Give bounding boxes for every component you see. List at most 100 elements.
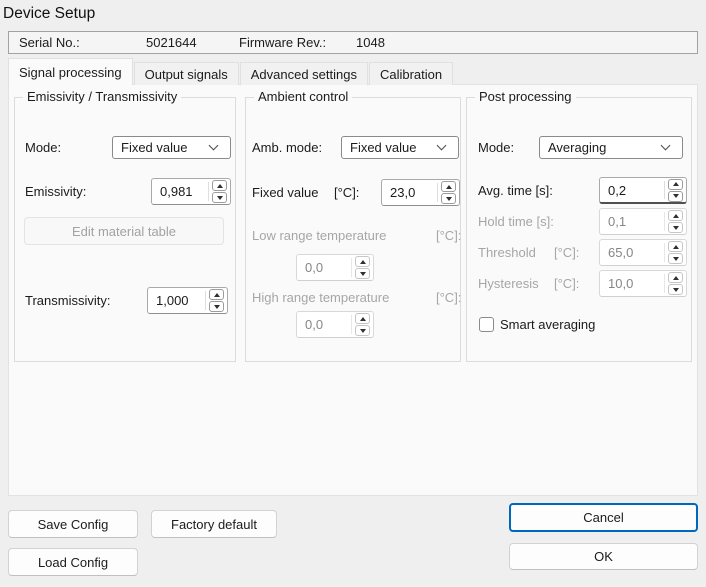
tab-output-signals[interactable]: Output signals [134, 62, 239, 85]
group-title: Ambient control [254, 89, 352, 104]
spin-up-button[interactable] [668, 179, 683, 190]
tab-signal-processing[interactable]: Signal processing [8, 58, 133, 85]
tab-label: Signal processing [19, 65, 122, 80]
avg-time-spinner [599, 177, 687, 204]
spin-up-button [668, 272, 683, 283]
hysteresis-unit: [°C]: [554, 270, 579, 297]
tab-bar: Signal processing Output signals Advance… [8, 58, 454, 85]
threshold-label: Threshold [478, 239, 536, 266]
button-label: Edit material table [72, 224, 176, 239]
low-range-temperature-input [297, 255, 351, 280]
down-arrow-icon [214, 305, 220, 309]
spin-up-button [355, 256, 370, 267]
chevron-down-icon [661, 141, 671, 151]
spin-up-button[interactable] [441, 181, 456, 192]
transmissivity-input[interactable] [148, 288, 205, 313]
emissivity-spinner [151, 178, 231, 205]
up-arrow-icon [673, 245, 679, 249]
window-title: Device Setup [3, 5, 95, 23]
spin-up-button [355, 313, 370, 324]
high-range-temperature-unit: [°C]: [436, 289, 461, 307]
ok-button[interactable]: OK [509, 543, 698, 570]
emissivity-input[interactable] [152, 179, 208, 204]
spin-up-button[interactable] [209, 289, 224, 300]
up-arrow-icon [217, 184, 223, 188]
fixed-value-label: Fixed value [252, 179, 318, 206]
up-arrow-icon [673, 276, 679, 280]
fixed-value-unit: [°C]: [334, 179, 359, 206]
high-range-temperature-input [297, 312, 351, 337]
up-arrow-icon [446, 185, 452, 189]
up-arrow-icon [214, 293, 220, 297]
low-range-temperature-label: Low range temperature [252, 227, 386, 245]
up-arrow-icon [360, 317, 366, 321]
serial-number-value: 5021644 [146, 32, 197, 53]
button-label: OK [594, 549, 613, 564]
firmware-rev-value: 1048 [356, 32, 385, 53]
button-label: Save Config [38, 517, 109, 532]
smart-averaging-label: Smart averaging [500, 317, 595, 333]
hysteresis-input [600, 271, 664, 296]
tab-label: Output signals [145, 67, 228, 82]
low-range-temperature-unit: [°C]: [436, 227, 461, 245]
post-mode-dropdown[interactable]: Averaging [539, 136, 683, 159]
spin-down-button[interactable] [668, 191, 683, 202]
high-range-temperature-spinner [296, 311, 374, 338]
mode-label: Mode: [25, 136, 61, 159]
firmware-rev-label: Firmware Rev.: [239, 32, 326, 53]
high-range-temperature-label: High range temperature [252, 289, 389, 307]
emissivity-label: Emissivity: [25, 178, 86, 205]
button-label: Load Config [38, 555, 108, 570]
chevron-down-icon [209, 141, 219, 151]
smart-averaging-checkbox[interactable] [479, 317, 494, 332]
tab-label: Calibration [380, 67, 442, 82]
spin-down-button [355, 325, 370, 336]
ambient-control-group: Ambient control Amb. mode: Fixed value F… [245, 97, 461, 362]
post-mode-label: Mode: [478, 136, 514, 159]
emissivity-transmissivity-group: Emissivity / Transmissivity Mode: Fixed … [14, 97, 236, 362]
up-arrow-icon [673, 214, 679, 218]
tab-calibration[interactable]: Calibration [369, 62, 453, 85]
down-arrow-icon [673, 226, 679, 230]
tab-advanced-settings[interactable]: Advanced settings [240, 62, 368, 85]
spin-up-button[interactable] [212, 180, 227, 191]
up-arrow-icon [360, 260, 366, 264]
down-arrow-icon [360, 272, 366, 276]
emissivity-mode-dropdown[interactable]: Fixed value [112, 136, 231, 159]
save-config-button[interactable]: Save Config [8, 510, 138, 538]
spin-down-button[interactable] [441, 193, 456, 204]
spin-down-button [355, 268, 370, 279]
threshold-spinner [599, 239, 687, 266]
avg-time-input[interactable] [600, 178, 664, 202]
spin-up-button [668, 241, 683, 252]
down-arrow-icon [673, 194, 679, 198]
spin-down-button[interactable] [212, 192, 227, 203]
button-label: Cancel [583, 510, 623, 525]
down-arrow-icon [673, 288, 679, 292]
group-title: Emissivity / Transmissivity [23, 89, 181, 104]
avg-time-label: Avg. time [s]: [478, 177, 553, 204]
threshold-input [600, 240, 664, 265]
group-title: Post processing [475, 89, 576, 104]
transmissivity-spinner [147, 287, 228, 314]
load-config-button[interactable]: Load Config [8, 548, 138, 576]
hold-time-input [600, 209, 664, 234]
serial-number-label: Serial No.: [19, 32, 80, 53]
dropdown-value: Averaging [540, 140, 662, 155]
fixed-value-input[interactable] [382, 180, 437, 205]
spin-down-button [668, 222, 683, 233]
tab-label: Advanced settings [251, 67, 357, 82]
cancel-button[interactable]: Cancel [509, 503, 698, 532]
ambient-mode-dropdown[interactable]: Fixed value [341, 136, 459, 159]
low-range-temperature-spinner [296, 254, 374, 281]
post-processing-group: Post processing Mode: Averaging Avg. tim… [466, 97, 692, 362]
down-arrow-icon [673, 257, 679, 261]
chevron-down-icon [437, 141, 447, 151]
hold-time-spinner [599, 208, 687, 235]
spin-down-button[interactable] [209, 301, 224, 312]
edit-material-table-button: Edit material table [24, 217, 224, 245]
up-arrow-icon [673, 182, 679, 186]
spin-down-button [668, 253, 683, 264]
hysteresis-spinner [599, 270, 687, 297]
factory-default-button[interactable]: Factory default [151, 510, 277, 538]
